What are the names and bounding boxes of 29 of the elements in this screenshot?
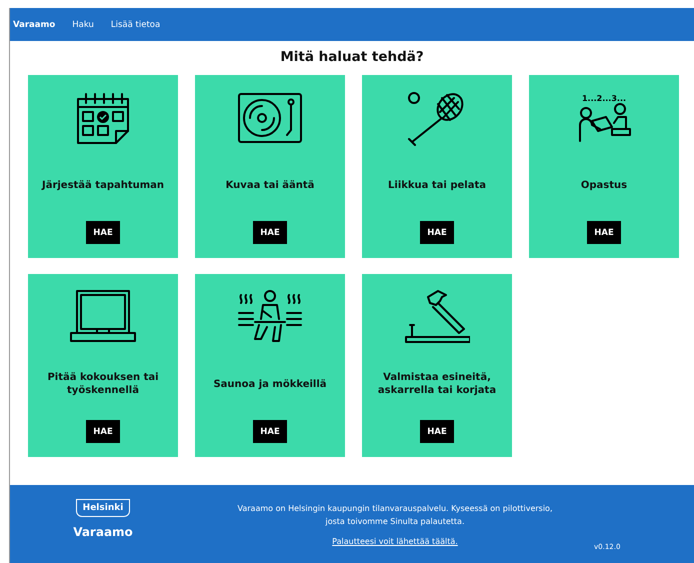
teaching-icon: [576, 102, 632, 142]
card-title: Valmistaa esineitä, askarrella tai korjata: [376, 371, 498, 398]
search-button[interactable]: HAE: [253, 221, 287, 244]
search-button[interactable]: HAE: [587, 221, 621, 244]
nav-link[interactable]: Lisää tietoa: [110, 20, 160, 30]
sauna-person-icon: [237, 289, 303, 345]
icon-label: 1...2...3...: [582, 94, 626, 102]
card-title: Opastus: [580, 178, 628, 192]
hammer-icon: [404, 289, 470, 345]
search-button[interactable]: HAE: [253, 420, 287, 443]
calendar-icon: [75, 91, 131, 145]
search-button[interactable]: HAE: [420, 221, 454, 244]
card-title: Järjestää tapahtuman: [40, 178, 166, 192]
page-heading: Mitä haluat tehdä?: [279, 49, 425, 65]
feedback-link[interactable]: Palautteesi voit lähettää täältä.: [332, 536, 458, 546]
turntable-icon: [237, 92, 303, 144]
search-button[interactable]: HAE: [86, 221, 120, 244]
nav-link[interactable]: Haku: [72, 20, 94, 30]
card-title: Liikkua tai pelata: [387, 178, 487, 192]
card-title: Kuvaa tai ääntä: [224, 178, 316, 192]
footer-brand: Varaamo: [73, 525, 133, 539]
footer-text: Varaamo on Helsingin kaupungin tilanvarauspalvelu. Kyseessä on pilottiversio, josta toivomme Sinulta palautetta.: [236, 503, 554, 528]
laptop-icon: [69, 289, 137, 345]
card-title: Pitää kokouksen tai työskennellä: [46, 371, 160, 398]
search-button[interactable]: HAE: [420, 420, 454, 443]
card-title: Saunoa ja mökkeillä: [212, 378, 328, 392]
search-button[interactable]: HAE: [86, 420, 120, 443]
brand-link[interactable]: Varaamo: [13, 20, 56, 30]
city-logo: Helsinki: [76, 499, 130, 517]
